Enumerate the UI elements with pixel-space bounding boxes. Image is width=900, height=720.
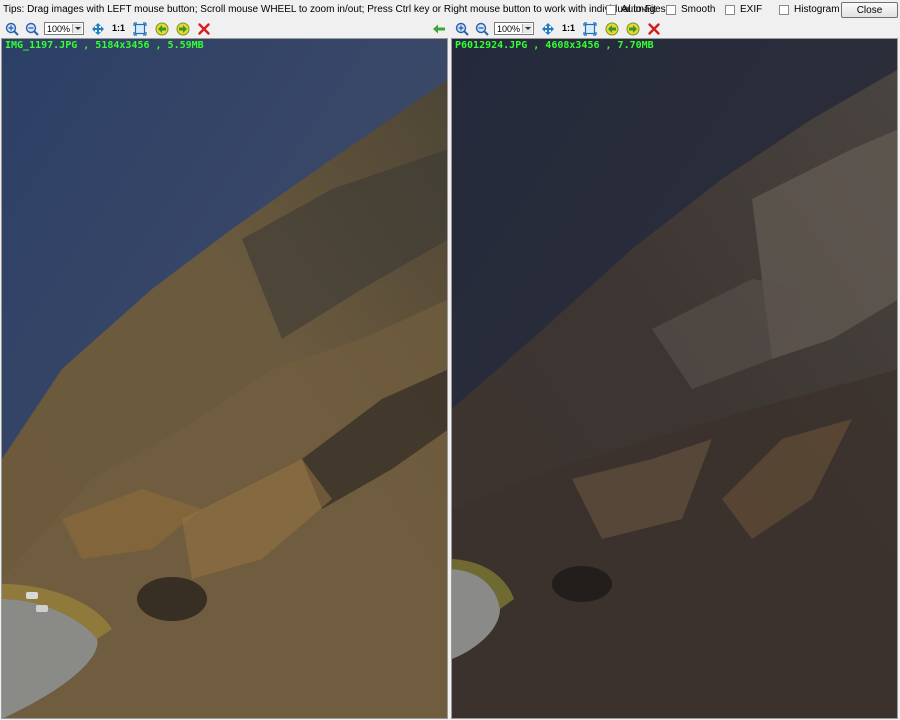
exif-label: EXIF bbox=[740, 4, 763, 15]
zoom-in-icon[interactable] bbox=[455, 22, 469, 36]
sync-left-arrow-icon[interactable] bbox=[432, 22, 446, 36]
actual-size-button[interactable]: 1:1 bbox=[562, 23, 575, 33]
top-bar: Tips: Drag images with LEFT mouse button… bbox=[0, 0, 900, 20]
auto-fit-checkbox[interactable]: Auto-Fit bbox=[606, 4, 656, 15]
close-image-icon[interactable] bbox=[647, 22, 661, 36]
left-image-pane[interactable]: IMG_1197.JPG , 5184x3456 , 5.59MB bbox=[1, 38, 448, 719]
right-landscape-photo[interactable] bbox=[452, 39, 898, 719]
close-image-icon[interactable] bbox=[197, 22, 211, 36]
previous-image-icon[interactable] bbox=[605, 22, 619, 36]
checkbox-box[interactable] bbox=[666, 4, 676, 15]
right-image-pane[interactable]: P6012924.JPG , 4608x3456 , 7.70MB bbox=[451, 38, 898, 719]
fit-window-icon[interactable] bbox=[583, 22, 597, 36]
smooth-checkbox[interactable]: Smooth bbox=[666, 4, 715, 15]
left-landscape-photo[interactable] bbox=[2, 39, 448, 719]
checkbox-box[interactable] bbox=[606, 4, 616, 15]
histogram-checkbox[interactable]: Histogram bbox=[779, 4, 840, 15]
chevron-down-icon[interactable] bbox=[522, 24, 532, 33]
zoom-select[interactable]: 100% bbox=[44, 22, 84, 35]
checkbox-box[interactable] bbox=[779, 4, 789, 15]
checkbox-box[interactable] bbox=[725, 4, 735, 15]
smooth-label: Smooth bbox=[681, 4, 716, 15]
histogram-label: Histogram bbox=[794, 4, 840, 15]
left-image-caption: IMG_1197.JPG , 5184x3456 , 5.59MB bbox=[5, 40, 204, 51]
zoom-in-icon[interactable] bbox=[5, 22, 19, 36]
right-image-caption: P6012924.JPG , 4608x3456 , 7.70MB bbox=[455, 40, 654, 51]
zoom-value: 100% bbox=[497, 23, 521, 34]
fit-center-icon[interactable] bbox=[541, 22, 555, 36]
exif-checkbox[interactable]: EXIF bbox=[725, 4, 762, 15]
next-image-icon[interactable] bbox=[176, 22, 190, 36]
tips-text: Tips: Drag images with LEFT mouse button… bbox=[3, 4, 669, 15]
fit-window-icon[interactable] bbox=[133, 22, 147, 36]
next-image-icon[interactable] bbox=[626, 22, 640, 36]
auto-fit-label: Auto-Fit bbox=[621, 4, 657, 15]
actual-size-button[interactable]: 1:1 bbox=[112, 23, 125, 33]
zoom-select[interactable]: 100% bbox=[494, 22, 534, 35]
zoom-value: 100% bbox=[47, 23, 71, 34]
left-toolbar: 100% 1:1 bbox=[0, 21, 450, 38]
previous-image-icon[interactable] bbox=[155, 22, 169, 36]
close-button[interactable]: Close bbox=[841, 2, 898, 18]
zoom-out-icon[interactable] bbox=[475, 22, 489, 36]
chevron-down-icon[interactable] bbox=[72, 24, 82, 33]
fit-center-icon[interactable] bbox=[91, 22, 105, 36]
zoom-out-icon[interactable] bbox=[25, 22, 39, 36]
right-toolbar: 100% 1:1 bbox=[450, 21, 900, 38]
